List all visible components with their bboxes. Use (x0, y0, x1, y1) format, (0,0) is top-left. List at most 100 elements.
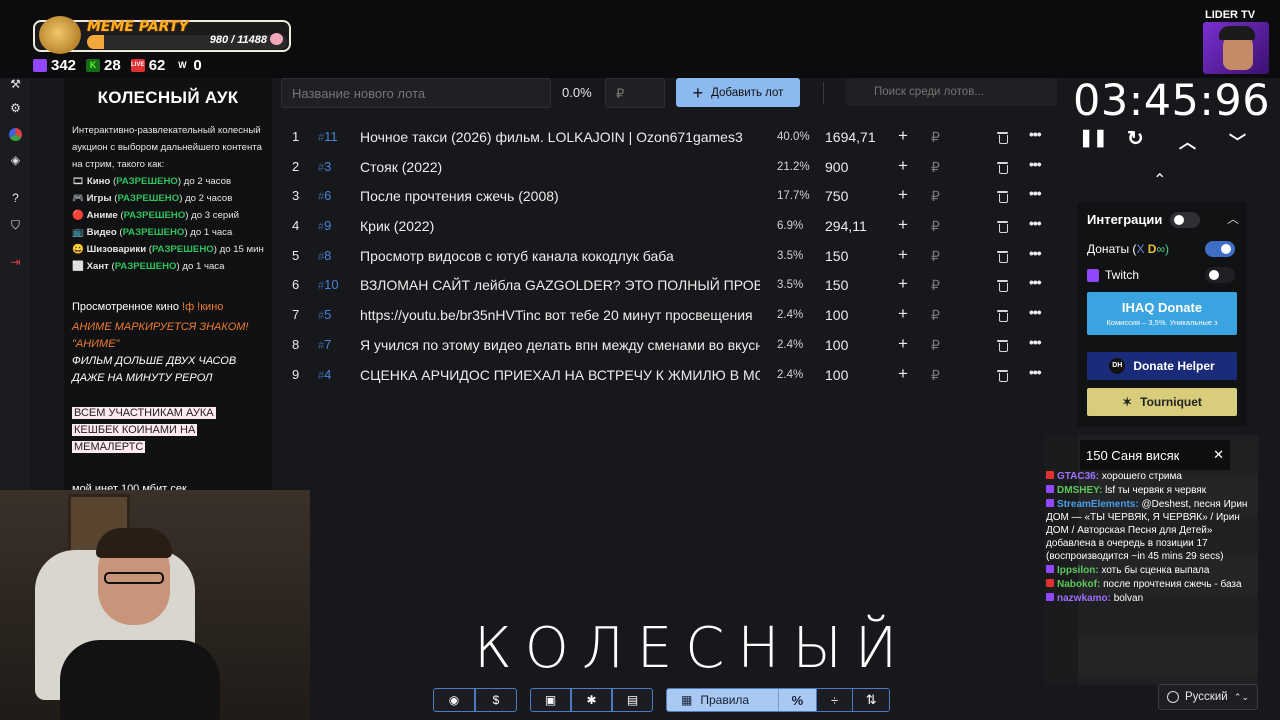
add-amount-icon[interactable]: + (898, 304, 908, 324)
more-icon[interactable]: ••• (1029, 185, 1042, 201)
add-lot-button[interactable]: + Добавить лот (676, 78, 800, 107)
chat-nick[interactable]: nazwkamo: (1057, 593, 1111, 604)
rub-input[interactable]: ₽ (931, 307, 940, 324)
lot-id[interactable]: #11 (318, 129, 338, 144)
search-input[interactable] (846, 78, 1057, 106)
trash-icon[interactable] (997, 161, 1008, 174)
twitch-toggle[interactable] (1205, 267, 1235, 283)
trash-icon[interactable] (997, 221, 1008, 234)
rub-input[interactable]: ₽ (931, 159, 940, 176)
tourniquet-button[interactable]: ✶ Tourniquet (1087, 388, 1237, 416)
lot-id[interactable]: #5 (318, 307, 331, 322)
lot-id[interactable]: #8 (318, 248, 331, 263)
language-select[interactable]: Русский ⌃⌄ (1158, 684, 1258, 710)
rules-button[interactable]: ▦ Правила (667, 689, 779, 711)
lot-name[interactable]: Ночное такси (2026) фильм. LOLKAJOIN | O… (360, 129, 760, 145)
amount-input[interactable] (605, 78, 665, 108)
github-button[interactable]: ◉ (433, 688, 475, 712)
layers-icon[interactable]: ◈ (9, 154, 22, 167)
chevron-up-icon[interactable]: ︿ (1227, 210, 1239, 227)
donate-button[interactable]: $ (475, 688, 517, 712)
percent-toggle-button[interactable]: % (778, 689, 816, 711)
more-icon[interactable]: ••• (1029, 334, 1042, 350)
trash-icon[interactable] (997, 250, 1008, 263)
sort-button[interactable]: ⇅ (852, 689, 889, 711)
chat-nick[interactable]: GTAC36: (1057, 471, 1099, 482)
add-amount-icon[interactable]: + (898, 334, 908, 354)
wheel-icon[interactable] (9, 128, 22, 141)
trash-icon[interactable] (997, 310, 1008, 323)
logout-icon[interactable]: ⇥ (9, 256, 22, 269)
integrations-toggle[interactable] (1170, 212, 1200, 228)
add-amount-icon[interactable]: + (898, 364, 908, 384)
clear-button[interactable]: ▤ (612, 688, 653, 712)
rub-input[interactable]: ₽ (931, 367, 940, 384)
more-icon[interactable]: ••• (1029, 156, 1042, 172)
pause-icon[interactable]: ❚❚ (1079, 128, 1108, 148)
lot-amount[interactable]: 100 (825, 337, 848, 353)
timer-up-icon[interactable]: ︿ (1179, 128, 1196, 153)
chat-nick[interactable]: StreamElements: (1057, 499, 1139, 510)
trash-icon[interactable] (997, 339, 1008, 352)
trash-icon[interactable] (997, 191, 1008, 204)
more-icon[interactable]: ••• (1029, 215, 1042, 231)
trash-icon[interactable] (997, 369, 1008, 382)
lot-id[interactable]: #3 (318, 159, 331, 174)
more-icon[interactable]: ••• (1029, 304, 1042, 320)
add-amount-icon[interactable]: + (898, 185, 908, 205)
lot-name[interactable]: ВЗЛОМАН САЙТ лейбла GAZGOLDER? ЭТО ПОЛНЫ… (360, 277, 760, 293)
lot-name[interactable]: Просмотр видосов с ютуб канала кокодлук … (360, 248, 760, 264)
gavel-icon[interactable]: ⚒ (9, 78, 22, 91)
lot-id[interactable]: #4 (318, 367, 331, 382)
reset-icon[interactable]: ↻ (1127, 126, 1144, 151)
collapse-icon[interactable]: ⌃ (1153, 170, 1166, 190)
more-icon[interactable]: ••• (1029, 126, 1042, 142)
split-button[interactable]: ÷ (815, 689, 853, 711)
chat-nick[interactable]: Ippsilon: (1057, 565, 1099, 576)
lot-name[interactable]: Стояк (2022) (360, 159, 760, 175)
lot-id[interactable]: #10 (318, 277, 339, 292)
lot-amount[interactable]: 100 (825, 367, 848, 383)
rub-input[interactable]: ₽ (931, 218, 940, 235)
lot-id[interactable]: #9 (318, 218, 331, 233)
lot-amount[interactable]: 100 (825, 307, 848, 323)
chat-nick[interactable]: DMSHEY: (1057, 485, 1102, 496)
lot-amount[interactable]: 150 (825, 248, 848, 264)
lot-name-input[interactable] (281, 78, 551, 108)
lot-amount[interactable]: 294,11 (825, 218, 867, 234)
lot-amount[interactable]: 150 (825, 277, 848, 293)
lot-amount[interactable]: 1694,71 (825, 129, 876, 145)
donations-toggle[interactable] (1205, 241, 1235, 257)
trash-icon[interactable] (997, 132, 1008, 144)
timer-down-icon[interactable]: ﹀ (1229, 128, 1246, 153)
add-amount-icon[interactable]: + (898, 215, 908, 235)
more-icon[interactable]: ••• (1029, 245, 1042, 261)
archive-button[interactable]: ▣ (530, 688, 571, 712)
gear-icon[interactable]: ⚙ (9, 102, 22, 115)
more-icon[interactable]: ••• (1029, 364, 1042, 380)
add-amount-icon[interactable]: + (898, 245, 908, 265)
add-amount-icon[interactable]: + (898, 126, 908, 146)
rub-input[interactable]: ₽ (931, 337, 940, 354)
lot-name[interactable]: Я учился по этому видео делать впн между… (360, 337, 760, 353)
chat-nick[interactable]: Nabokof: (1057, 579, 1100, 590)
lot-id[interactable]: #6 (318, 188, 331, 203)
lot-name[interactable]: После прочтения сжечь (2008) (360, 188, 760, 204)
trash-icon[interactable] (997, 280, 1008, 293)
shield-icon[interactable]: ⛉ (9, 219, 22, 232)
rub-input[interactable]: ₽ (931, 277, 940, 294)
close-icon[interactable]: ✕ (1213, 447, 1224, 463)
lot-name[interactable]: Крик (2022) (360, 218, 760, 234)
rub-input[interactable]: ₽ (931, 248, 940, 265)
bug-report-button[interactable]: ✱ (571, 688, 612, 712)
lot-name[interactable]: https://youtu.be/br35nHVTinc вот тебе 20… (360, 307, 760, 323)
help-icon[interactable]: ? (9, 192, 22, 205)
ihaq-donate-button[interactable]: IHAQ Donate Комиссия – 3,5%. Уникальные … (1087, 292, 1237, 335)
rub-input[interactable]: ₽ (931, 129, 940, 146)
more-icon[interactable]: ••• (1029, 274, 1042, 290)
lot-amount[interactable]: 750 (825, 188, 848, 204)
lot-name[interactable]: СЦЕНКА АРЧИДОС ПРИЕХАЛ НА ВСТРЕЧУ К ЖМИЛ… (360, 367, 760, 383)
add-amount-icon[interactable]: + (898, 156, 908, 176)
lot-id[interactable]: #7 (318, 337, 331, 352)
lot-amount[interactable]: 900 (825, 159, 848, 175)
